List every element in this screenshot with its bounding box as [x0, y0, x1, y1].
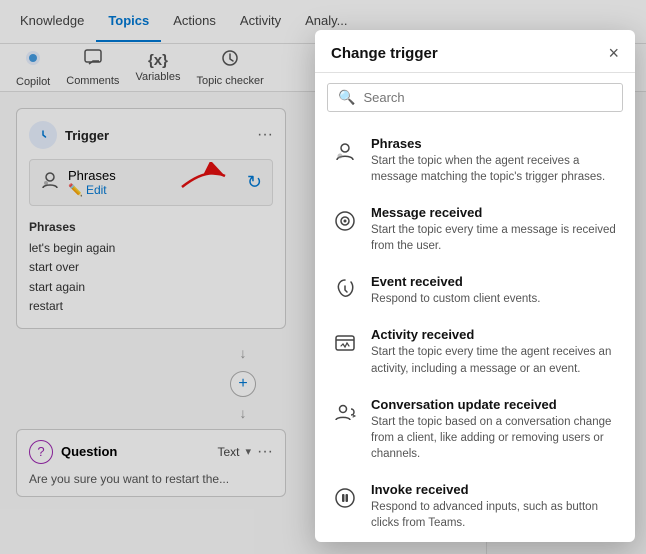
option-phrases[interactable]: Phrases Start the topic when the agent r… — [315, 126, 635, 195]
message-option-content: Message received Start the topic every t… — [371, 205, 619, 254]
message-option-desc: Start the topic every time a message is … — [371, 222, 619, 254]
conversation-option-icon — [331, 399, 359, 427]
option-conversation-update[interactable]: Conversation update received Start the t… — [315, 387, 635, 472]
conversation-option-desc: Start the topic based on a conversation … — [371, 414, 619, 462]
conversation-option-content: Conversation update received Start the t… — [371, 397, 619, 462]
option-invoke-received[interactable]: Invoke received Respond to advanced inpu… — [315, 472, 635, 541]
trigger-options-list: Phrases Start the topic when the agent r… — [315, 122, 635, 542]
modal-header: Change trigger × — [315, 30, 635, 73]
event-option-name: Event received — [371, 274, 619, 289]
option-message-received[interactable]: Message received Start the topic every t… — [315, 195, 635, 264]
activity-option-content: Activity received Start the topic every … — [371, 327, 619, 376]
modal-title: Change trigger — [331, 45, 438, 62]
message-option-icon — [331, 207, 359, 235]
search-icon: 🔍 — [338, 89, 355, 106]
search-input[interactable] — [363, 90, 612, 105]
event-option-content: Event received Respond to custom client … — [371, 274, 619, 307]
invoke-option-name: Invoke received — [371, 482, 619, 497]
invoke-option-icon — [331, 484, 359, 512]
option-activity-received[interactable]: Activity received Start the topic every … — [315, 317, 635, 386]
app-container: Knowledge Topics Actions Activity Analy.… — [0, 0, 646, 554]
phrases-option-content: Phrases Start the topic when the agent r… — [371, 136, 619, 185]
event-option-desc: Respond to custom client events. — [371, 291, 619, 307]
phrases-option-name: Phrases — [371, 136, 619, 151]
option-event-received[interactable]: Event received Respond to custom client … — [315, 264, 635, 317]
modal-close-button[interactable]: × — [608, 44, 619, 62]
invoke-option-content: Invoke received Respond to advanced inpu… — [371, 482, 619, 531]
invoke-option-desc: Respond to advanced inputs, such as butt… — [371, 499, 619, 531]
message-option-name: Message received — [371, 205, 619, 220]
search-box: 🔍 — [327, 83, 623, 112]
conversation-option-name: Conversation update received — [371, 397, 619, 412]
activity-option-icon — [331, 329, 359, 357]
phrases-option-icon — [331, 138, 359, 166]
event-option-icon — [331, 276, 359, 304]
activity-option-desc: Start the topic every time the agent rec… — [371, 344, 619, 376]
activity-option-name: Activity received — [371, 327, 619, 342]
phrases-option-desc: Start the topic when the agent receives … — [371, 153, 619, 185]
change-trigger-modal: Change trigger × 🔍 Phrases — [315, 30, 635, 542]
